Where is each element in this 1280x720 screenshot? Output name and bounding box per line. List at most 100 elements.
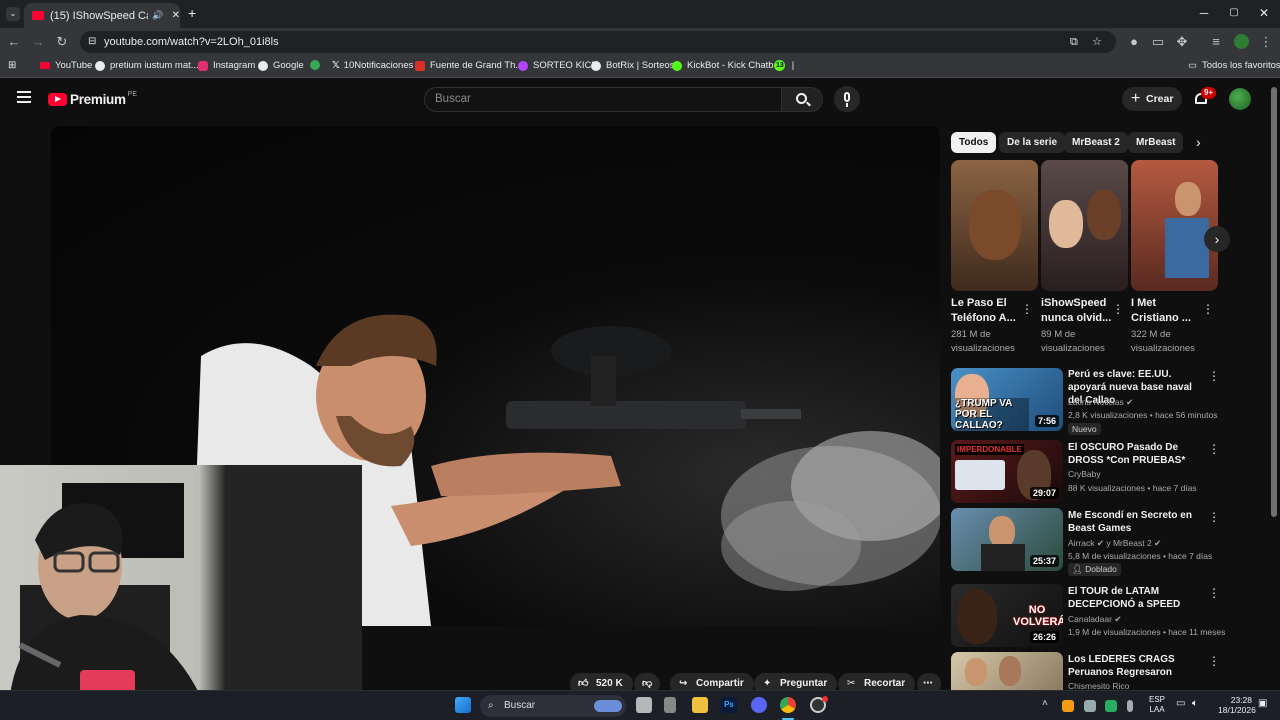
- reload-icon[interactable]: ↻: [52, 32, 72, 52]
- windows-start-icon[interactable]: [455, 697, 471, 713]
- tab-close-icon[interactable]: ✕: [172, 10, 180, 21]
- bookmark-unnamed[interactable]: [310, 60, 325, 70]
- profile-avatar[interactable]: [1234, 34, 1249, 49]
- video-menu-icon[interactable]: ⋮: [1208, 368, 1220, 384]
- video-title[interactable]: Los LEDERES CRAGS Peruanos Regresaron: [1068, 653, 1208, 679]
- taskbar-search[interactable]: ⌕ Buscar: [480, 695, 626, 717]
- short-title[interactable]: iShowSpeed nunca olvid...: [1041, 296, 1116, 326]
- notifications-button[interactable]: 9+: [1193, 87, 1217, 108]
- short-views: 89 M de visualizaciones: [1041, 329, 1105, 354]
- video-thumbnail[interactable]: IMPERDONABLE 29:07: [951, 440, 1063, 503]
- chrome-menu-icon[interactable]: ⋮: [1256, 32, 1276, 52]
- back-arrow-icon[interactable]: ←: [4, 32, 24, 52]
- onedrive-icon[interactable]: [1084, 700, 1096, 712]
- tab-list-icon[interactable]: ⌄: [6, 7, 20, 21]
- bookmark-star-icon[interactable]: ☆: [1092, 31, 1102, 53]
- minimize-button[interactable]: ─: [1194, 4, 1214, 22]
- channel-name[interactable]: Airrack ✔ y MrBeast 2 ✔: [1068, 538, 1161, 549]
- search-input[interactable]: Buscar: [424, 87, 782, 112]
- maximize-button[interactable]: ▢: [1224, 4, 1244, 22]
- clock[interactable]: 23:28 18/1/2026: [1218, 695, 1256, 715]
- plus-icon: +: [1131, 90, 1141, 107]
- voice-search-button[interactable]: [834, 86, 860, 112]
- bookmark-13[interactable]: 13 |: [774, 60, 794, 71]
- reading-list-icon[interactable]: ≡: [1206, 32, 1226, 52]
- microphone-tray-icon[interactable]: [1127, 700, 1133, 712]
- google-icon: [95, 60, 105, 71]
- address-bar[interactable]: ⊟ youtube.com/watch?v=2LOh_01i8ls ⧉ ☆: [80, 31, 1116, 53]
- volume-icon[interactable]: 🔈︎: [1192, 698, 1198, 709]
- photoshop-icon[interactable]: Ps: [721, 697, 737, 713]
- short-menu-icon[interactable]: ⋮: [1112, 301, 1124, 317]
- discord-icon[interactable]: [751, 697, 767, 713]
- video-title[interactable]: El TOUR de LATAM DECEPCIONÓ a SPEED: [1068, 585, 1208, 611]
- video-duration: 25:37: [1029, 555, 1059, 567]
- short-menu-icon[interactable]: ⋮: [1202, 301, 1214, 317]
- site-info-icon[interactable]: ⊟: [88, 31, 96, 53]
- extensions-puzzle-icon[interactable]: ✥: [1172, 32, 1192, 52]
- hamburger-menu-icon[interactable]: [17, 91, 31, 103]
- new-tab-button[interactable]: +: [188, 5, 202, 21]
- page-scrollbar[interactable]: [1271, 87, 1277, 517]
- bookmark-youtube[interactable]: YouTube: [40, 60, 92, 71]
- video-title[interactable]: El OSCURO Pasado De DROSS *Con PRUEBAS*: [1068, 441, 1208, 467]
- create-button[interactable]: + Crear: [1122, 87, 1182, 111]
- video-thumbnail[interactable]: [951, 652, 1063, 690]
- verified-icon: ✔: [1114, 614, 1122, 624]
- cast-icon[interactable]: ⧉: [1070, 31, 1078, 53]
- chip-todos[interactable]: Todos: [951, 132, 997, 153]
- youtube-logo[interactable]: Premium PE: [48, 91, 137, 107]
- chrome-icon[interactable]: [780, 697, 796, 713]
- bookmark-kickbot[interactable]: KickBot - Kick Chatb...: [672, 60, 782, 71]
- app-icon[interactable]: [664, 697, 676, 713]
- file-explorer-icon[interactable]: [692, 697, 708, 713]
- short-thumbnail[interactable]: [951, 160, 1038, 291]
- close-window-button[interactable]: ✕: [1254, 4, 1274, 22]
- video-thumbnail[interactable]: ¿TRUMP VA POR EL CALLAO? 7:56: [951, 368, 1063, 431]
- network-icon[interactable]: ▭: [1176, 698, 1185, 709]
- short-thumbnail[interactable]: [1131, 160, 1218, 291]
- short-thumbnail[interactable]: [1041, 160, 1128, 291]
- short-title[interactable]: I Met Cristiano ...: [1131, 296, 1206, 326]
- chip-de-la-serie[interactable]: De la serie: [999, 132, 1066, 153]
- channel-name[interactable]: Canaladaar ✔: [1068, 614, 1121, 625]
- task-view-icon[interactable]: [636, 697, 652, 713]
- language-indicator[interactable]: ESP LAA: [1149, 695, 1165, 715]
- bookmark-botrix[interactable]: BotRix | Sorteos: [591, 60, 674, 71]
- channel-name[interactable]: CryBaby: [1068, 469, 1101, 479]
- search-button[interactable]: [781, 87, 823, 112]
- forward-arrow-icon[interactable]: →: [28, 32, 48, 52]
- bookmark-x[interactable]: 𝕏 10Notificaciones: [332, 60, 413, 71]
- short-menu-icon[interactable]: ⋮: [1021, 301, 1033, 317]
- browser-tab[interactable]: (15) IShowSpeed Casi Arruin 🔊 ✕: [24, 3, 180, 28]
- chip-mrbeast-2[interactable]: MrBeast 2: [1064, 132, 1128, 153]
- tray-app-2-icon[interactable]: [1105, 700, 1117, 712]
- video-menu-icon[interactable]: ⋮: [1208, 441, 1220, 457]
- bookmark-gta[interactable]: Fuente de Grand Th...: [415, 60, 523, 71]
- video-title[interactable]: Me Escondí en Secreto en Beast Games: [1068, 509, 1208, 535]
- video-menu-icon[interactable]: ⋮: [1208, 585, 1220, 601]
- short-title[interactable]: Le Paso El Teléfono A...: [951, 296, 1026, 326]
- extension-2-icon[interactable]: ▭: [1148, 32, 1168, 52]
- bookmark-instagram[interactable]: Instagram: [198, 60, 255, 71]
- video-menu-icon[interactable]: ⋮: [1208, 509, 1220, 525]
- channel-name[interactable]: Latina Noticias ✔: [1068, 397, 1133, 408]
- apps-grid-icon[interactable]: ⊞: [8, 60, 16, 71]
- notification-center-icon[interactable]: ▣: [1258, 698, 1267, 709]
- audio-icon[interactable]: 🔊: [152, 10, 163, 21]
- extension-icon[interactable]: ●: [1124, 32, 1144, 52]
- video-menu-icon[interactable]: ⋮: [1208, 653, 1220, 669]
- chip-mrbeast[interactable]: MrBeast: [1128, 132, 1184, 153]
- video-thumbnail[interactable]: NO VOLVERÁ 26:26: [951, 584, 1063, 647]
- video-thumbnail[interactable]: 25:37: [951, 508, 1063, 571]
- shorts-next-button[interactable]: ›: [1204, 226, 1230, 252]
- all-bookmarks[interactable]: ▭ Todos los favoritos: [1188, 60, 1280, 71]
- account-avatar[interactable]: [1229, 88, 1251, 110]
- video-meta: 1,9 M de visualizaciones • hace 11 meses: [1068, 627, 1226, 637]
- tray-overflow-icon[interactable]: ˄: [1042, 698, 1048, 709]
- chips-next-icon[interactable]: ›: [1196, 134, 1201, 150]
- bookmark-pretium[interactable]: pretium iustum mat...: [95, 60, 199, 71]
- bookmark-google[interactable]: Google: [258, 60, 304, 71]
- bookmark-sorteo-kick[interactable]: SORTEO KICK: [518, 60, 598, 71]
- tray-app-icon[interactable]: [1062, 700, 1074, 712]
